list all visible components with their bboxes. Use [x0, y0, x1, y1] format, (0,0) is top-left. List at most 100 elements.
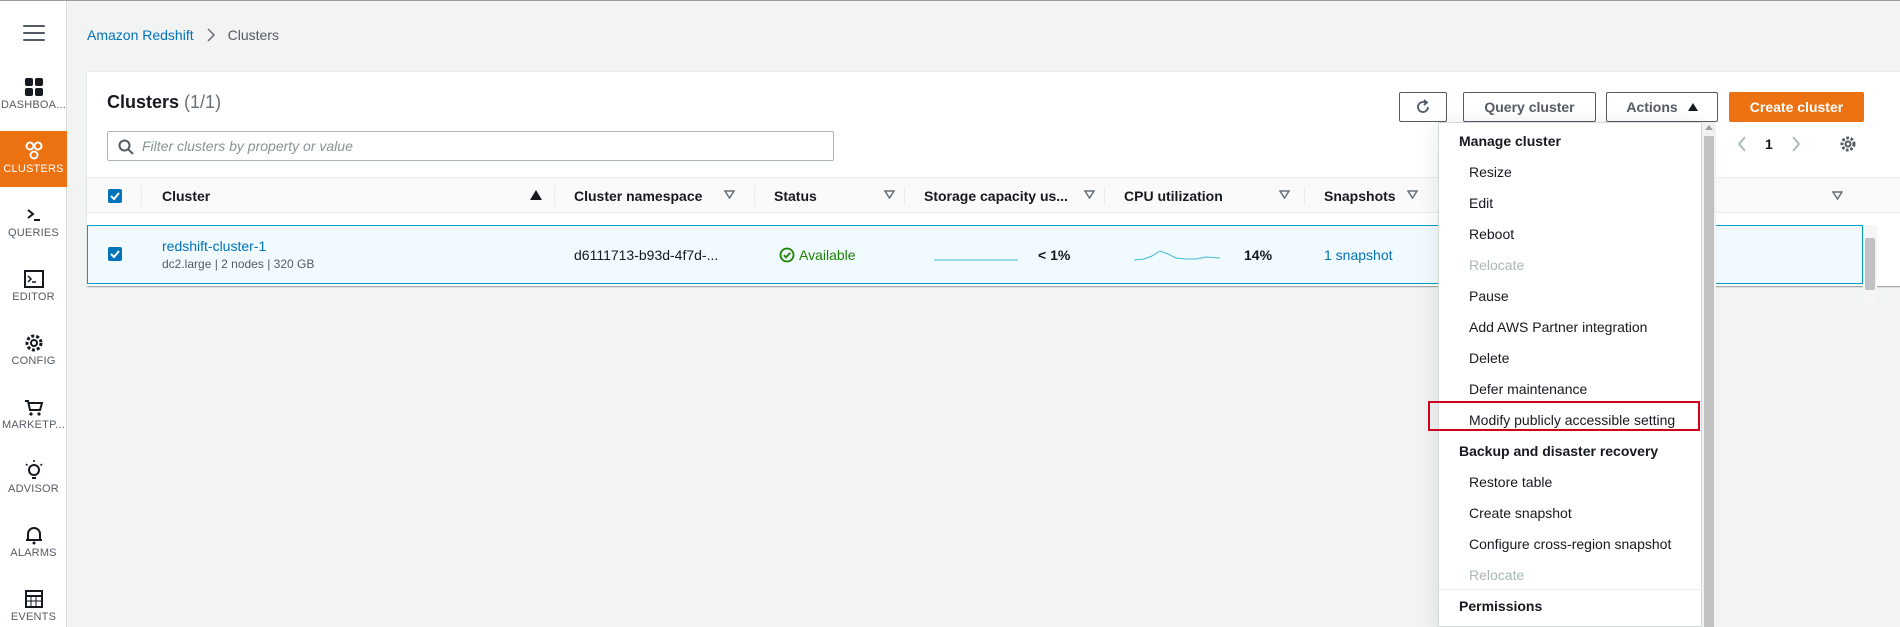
nav-label: ADVISOR [8, 483, 59, 495]
caret-up-icon [1687, 103, 1698, 111]
column-label: Status [774, 188, 817, 204]
nav-item-alarms[interactable]: ALARMS [0, 515, 67, 571]
column-header-status[interactable]: Status [774, 178, 902, 214]
nav-item-marketplace[interactable]: MARKETP... [0, 387, 67, 443]
clusters-icon [25, 141, 42, 160]
editor-icon [23, 270, 44, 288]
create-cluster-button[interactable]: Create cluster [1729, 92, 1864, 122]
sort-icon [724, 190, 735, 199]
sort-icon[interactable] [1832, 191, 1843, 200]
nav-label: EDITOR [12, 291, 55, 303]
cluster-name-link[interactable]: redshift-cluster-1 [162, 238, 266, 254]
pagination: 1 [1737, 135, 1857, 153]
cpu-value: 14% [1244, 246, 1273, 263]
breadcrumb-current: Clusters [227, 27, 279, 43]
menu-item-relocate-backup: Relocate [1469, 567, 1525, 583]
cpu-sparkline [1134, 249, 1220, 260]
nav-item-dashboard[interactable]: DASHBOA... [0, 67, 67, 123]
sort-icon [1407, 190, 1418, 199]
cluster-cell: redshift-cluster-1 dc2.large | 2 nodes |… [162, 226, 314, 283]
menu-item-add-partner-integration[interactable]: Add AWS Partner integration [1469, 319, 1647, 335]
refresh-button[interactable] [1399, 92, 1447, 122]
queries-icon [26, 209, 40, 221]
menu-item-restore-table[interactable]: Restore table [1469, 474, 1552, 490]
snapshots-link[interactable]: 1 snapshot [1324, 247, 1393, 263]
chevron-right-icon [207, 28, 215, 42]
page-number[interactable]: 1 [1765, 136, 1773, 152]
scrollbar-thumb[interactable] [1865, 238, 1875, 290]
menu-item-relocate: Relocate [1469, 257, 1525, 273]
nav-item-events[interactable]: EVENTS [0, 579, 67, 627]
highlight-box [1428, 401, 1700, 431]
marketplace-cart-icon [24, 400, 43, 416]
menu-item-defer-maintenance[interactable]: Defer maintenance [1469, 381, 1587, 397]
alarms-bell-icon [25, 527, 42, 545]
left-nav-rail: DASHBOA... CLUSTERS QUERIES EDITOR CONFI… [0, 1, 67, 627]
menu-item-reboot[interactable]: Reboot [1469, 226, 1514, 242]
config-gear-icon [25, 334, 42, 352]
breadcrumb: Amazon Redshift Clusters [87, 27, 279, 43]
nav-item-advisor[interactable]: ADVISOR [0, 451, 67, 507]
menu-item-edit[interactable]: Edit [1469, 195, 1493, 211]
menu-item-pause[interactable]: Pause [1469, 288, 1509, 304]
column-header-cpu[interactable]: CPU utilization [1124, 178, 1304, 214]
sort-icon [1279, 190, 1290, 199]
scroll-up-arrow-icon[interactable] [1705, 125, 1713, 130]
query-cluster-button[interactable]: Query cluster [1463, 92, 1596, 122]
snapshots-cell: 1 snapshot [1324, 226, 1393, 283]
menu-group-backup: Backup and disaster recovery [1459, 443, 1659, 459]
cluster-details: dc2.large | 2 nodes | 320 GB [162, 257, 315, 271]
nav-item-queries[interactable]: QUERIES [0, 195, 67, 251]
dropdown-scrollbar-thumb[interactable] [1704, 136, 1714, 627]
chevron-right-icon[interactable] [1791, 136, 1801, 152]
nav-label: ALARMS [10, 547, 57, 559]
storage-sparkline [934, 259, 1018, 260]
nav-item-config[interactable]: CONFIG [0, 323, 67, 379]
column-header-snapshots[interactable]: Snapshots [1324, 178, 1424, 214]
menu-item-configure-cross-region-snapshot[interactable]: Configure cross-region snapshot [1469, 536, 1671, 552]
column-header-namespace[interactable]: Cluster namespace [574, 178, 744, 214]
storage-cell: < 1% [934, 226, 1070, 283]
namespace-cell: d6111713-b93d-4f7d-... [574, 246, 719, 263]
filter-input[interactable] [142, 132, 822, 160]
nav-label: EVENTS [10, 611, 57, 623]
settings-gear-icon[interactable] [1839, 135, 1857, 153]
dashboard-icon [24, 78, 43, 96]
sort-icon [884, 190, 895, 199]
top-border [0, 0, 1900, 1]
column-label: Cluster namespace [574, 188, 703, 204]
actions-button[interactable]: Actions [1606, 92, 1718, 122]
nav-item-clusters[interactable]: CLUSTERS [0, 131, 67, 187]
table-scrollbar[interactable] [1863, 225, 1877, 310]
nav-label: CLUSTERS [3, 163, 64, 175]
status-badge: Available [779, 247, 856, 263]
column-header-storage[interactable]: Storage capacity us... [924, 178, 1104, 214]
filter-box [107, 131, 834, 161]
nav-label: QUERIES [8, 227, 59, 239]
sort-ascending-icon [530, 190, 542, 200]
select-all-checkbox[interactable] [108, 189, 122, 203]
menu-item-create-snapshot[interactable]: Create snapshot [1469, 505, 1572, 521]
menu-divider [1439, 589, 1703, 590]
panel-title-text: Clusters [107, 92, 180, 112]
hamburger-menu-icon[interactable] [23, 25, 45, 41]
menu-item-delete[interactable]: Delete [1469, 350, 1509, 366]
menu-item-resize[interactable]: Resize [1469, 164, 1512, 180]
column-label: Storage capacity us... [924, 188, 1068, 204]
row-checkbox[interactable] [108, 247, 122, 261]
nav-item-editor[interactable]: EDITOR [0, 259, 67, 315]
dropdown-scrollbar[interactable] [1702, 122, 1716, 627]
actions-button-label: Actions [1626, 99, 1678, 115]
actions-dropdown-menu: Manage cluster Resize Edit Reboot Reloca… [1438, 122, 1703, 627]
nav-label: CONFIG [11, 355, 56, 367]
panel-title-count: (1/1) [184, 92, 222, 112]
status-text: Available [799, 246, 856, 263]
check-circle-icon [779, 247, 795, 262]
breadcrumb-root-link[interactable]: Amazon Redshift [87, 27, 194, 43]
column-header-cluster[interactable]: Cluster [162, 178, 550, 214]
panel-title: Clusters (1/1) [107, 92, 221, 113]
column-label: Snapshots [1324, 188, 1396, 204]
menu-group-manage-cluster: Manage cluster [1459, 133, 1561, 149]
column-label: CPU utilization [1124, 188, 1223, 204]
chevron-left-icon[interactable] [1737, 136, 1747, 152]
